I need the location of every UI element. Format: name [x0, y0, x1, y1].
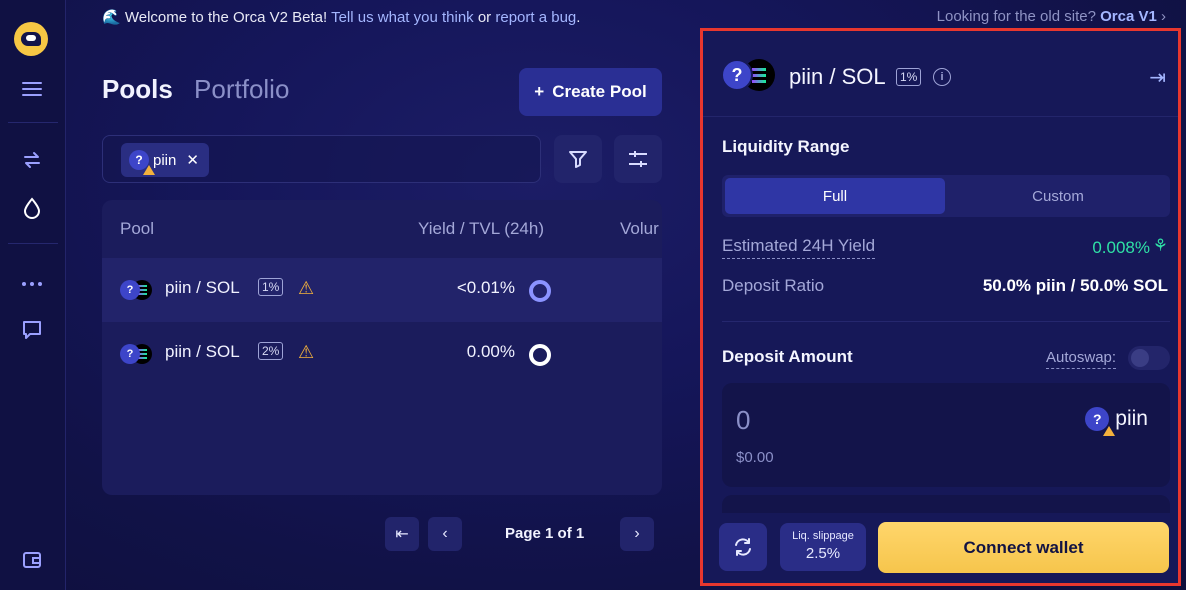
- pool-search-input[interactable]: ? piin ✕: [102, 135, 541, 183]
- panel-header: ? piin / SOL 1% i ⇥: [703, 31, 1178, 117]
- feedback-icon[interactable]: [20, 318, 44, 342]
- estimated-yield-label[interactable]: Estimated 24H Yield: [722, 236, 876, 259]
- settings-sliders-button[interactable]: [614, 135, 662, 183]
- unknown-token-icon: ?: [120, 280, 140, 300]
- panel-pair-title: piin / SOL: [789, 64, 886, 89]
- wallet-icon[interactable]: [20, 548, 44, 572]
- deposit-token-symbol: piin: [1115, 407, 1148, 430]
- fee-badge: 2%: [258, 342, 284, 360]
- connect-wallet-button[interactable]: Connect wallet: [878, 522, 1169, 573]
- header-pool[interactable]: Pool: [120, 219, 154, 239]
- header-volume[interactable]: Volur: [620, 219, 659, 239]
- prev-page-button[interactable]: ‹: [428, 517, 462, 551]
- unknown-token-icon: ?: [120, 344, 140, 364]
- unknown-token-icon: ?: [129, 150, 155, 175]
- deposit-input-box[interactable]: 0 $0.00 ? piin: [722, 383, 1170, 487]
- pair-token-icons: ?: [120, 280, 156, 302]
- first-page-button[interactable]: ⇤: [385, 517, 419, 551]
- filter-button[interactable]: [554, 135, 602, 183]
- panel-footer: Liq. slippage 2.5% Connect wallet: [703, 513, 1178, 583]
- autoswap-label: Autoswap:: [1046, 349, 1117, 369]
- period-text: .: [576, 9, 581, 26]
- close-icon[interactable]: ✕: [186, 151, 199, 169]
- table-row[interactable]: ? piin / SOL 1% ⚠ <0.01%: [102, 258, 662, 322]
- create-pool-button[interactable]: + Create Pool: [519, 68, 662, 116]
- sprout-icon: ⚘: [1152, 236, 1168, 255]
- unknown-token-icon: ?: [721, 59, 753, 91]
- filter-icon: [569, 151, 587, 168]
- chevron-left-icon: ‹: [442, 525, 448, 542]
- deposit-amount-label: Deposit Amount: [722, 347, 853, 366]
- pool-pair-name: piin / SOL: [165, 278, 240, 297]
- warning-icon: ⚠: [298, 342, 315, 362]
- slippage-value: 2.5%: [805, 545, 841, 562]
- info-icon[interactable]: i: [933, 68, 951, 86]
- or-text: or: [477, 9, 492, 26]
- slippage-label: Liq. slippage: [792, 530, 854, 542]
- report-bug-link[interactable]: report a bug: [495, 9, 576, 26]
- yield-ring-icon: [529, 344, 551, 366]
- more-icon[interactable]: [20, 272, 44, 296]
- tab-pools[interactable]: Pools: [102, 74, 173, 104]
- chip-label: piin: [153, 151, 177, 169]
- orca-logo-icon[interactable]: [14, 22, 48, 56]
- refresh-button[interactable]: [719, 523, 767, 571]
- create-pool-label: Create Pool: [552, 82, 647, 101]
- yield-ring-icon: [529, 280, 551, 302]
- sliders-icon: [629, 151, 647, 167]
- refresh-icon: [735, 538, 751, 556]
- slippage-button[interactable]: Liq. slippage 2.5%: [780, 523, 866, 571]
- old-site-text: Looking for the old site?: [936, 8, 1096, 25]
- autoswap-toggle[interactable]: [1128, 346, 1170, 370]
- yield-value: <0.01%: [456, 278, 515, 297]
- liquidity-drop-icon[interactable]: [20, 196, 44, 220]
- menu-icon[interactable]: [20, 77, 44, 101]
- warning-icon: ⚠: [298, 278, 315, 298]
- pair-token-icons: ?: [120, 344, 156, 366]
- orca-v1-link[interactable]: Orca V1: [1100, 8, 1157, 25]
- yield-value: 0.00%: [466, 342, 515, 361]
- pool-pair-name: piin / SOL: [165, 342, 240, 361]
- table-header: Pool Yield / TVL (24h) Volur: [102, 200, 662, 258]
- tab-portfolio[interactable]: Portfolio: [194, 74, 289, 104]
- deposit-amount-input[interactable]: 0: [736, 405, 750, 436]
- unknown-token-icon: ?: [1085, 407, 1116, 436]
- table-row[interactable]: ? piin / SOL 2% ⚠ 0.00%: [102, 322, 662, 386]
- fee-badge: 1%: [896, 68, 922, 86]
- deposit-ratio-value: 50.0% piin / 50.0% SOL: [982, 276, 1168, 295]
- feedback-link[interactable]: Tell us what you think: [331, 9, 474, 26]
- page-indicator: Page 1 of 1: [505, 525, 585, 542]
- header-yield-tvl[interactable]: Yield / TVL (24h): [418, 219, 544, 239]
- pair-token-icons: ?: [721, 59, 779, 93]
- chevron-right-icon: ›: [634, 525, 640, 542]
- deposit-panel: ? piin / SOL 1% i ⇥ Liquidity Range Full…: [700, 28, 1181, 586]
- deposit-usd-value: $0.00: [736, 449, 774, 466]
- swap-icon[interactable]: [20, 148, 44, 172]
- token-filter-chip[interactable]: ? piin ✕: [121, 143, 209, 177]
- range-full-button[interactable]: Full: [725, 178, 945, 214]
- welcome-text: Welcome to the Orca V2 Beta!: [124, 9, 328, 26]
- fee-badge: 1%: [258, 278, 284, 296]
- next-page-button[interactable]: ›: [620, 517, 654, 551]
- collapse-panel-icon[interactable]: ⇥: [1149, 65, 1166, 90]
- estimated-yield-value: 0.008%: [1092, 238, 1150, 257]
- range-toggle: Full Custom: [722, 175, 1170, 217]
- chevron-right-icon: ›: [1161, 8, 1166, 25]
- deposit-token: ? piin: [1085, 407, 1148, 436]
- page-tabs: Pools Portfolio: [102, 74, 303, 105]
- left-rail: [0, 0, 66, 590]
- first-page-icon: ⇤: [395, 526, 409, 543]
- deposit-ratio-label: Deposit Ratio: [722, 276, 825, 295]
- liquidity-range-label: Liquidity Range: [722, 137, 850, 156]
- wave-icon: 🌊: [102, 9, 121, 26]
- range-custom-button[interactable]: Custom: [948, 178, 1168, 214]
- plus-icon: +: [534, 82, 545, 101]
- pools-table: Pool Yield / TVL (24h) Volur ? piin / SO…: [102, 200, 662, 495]
